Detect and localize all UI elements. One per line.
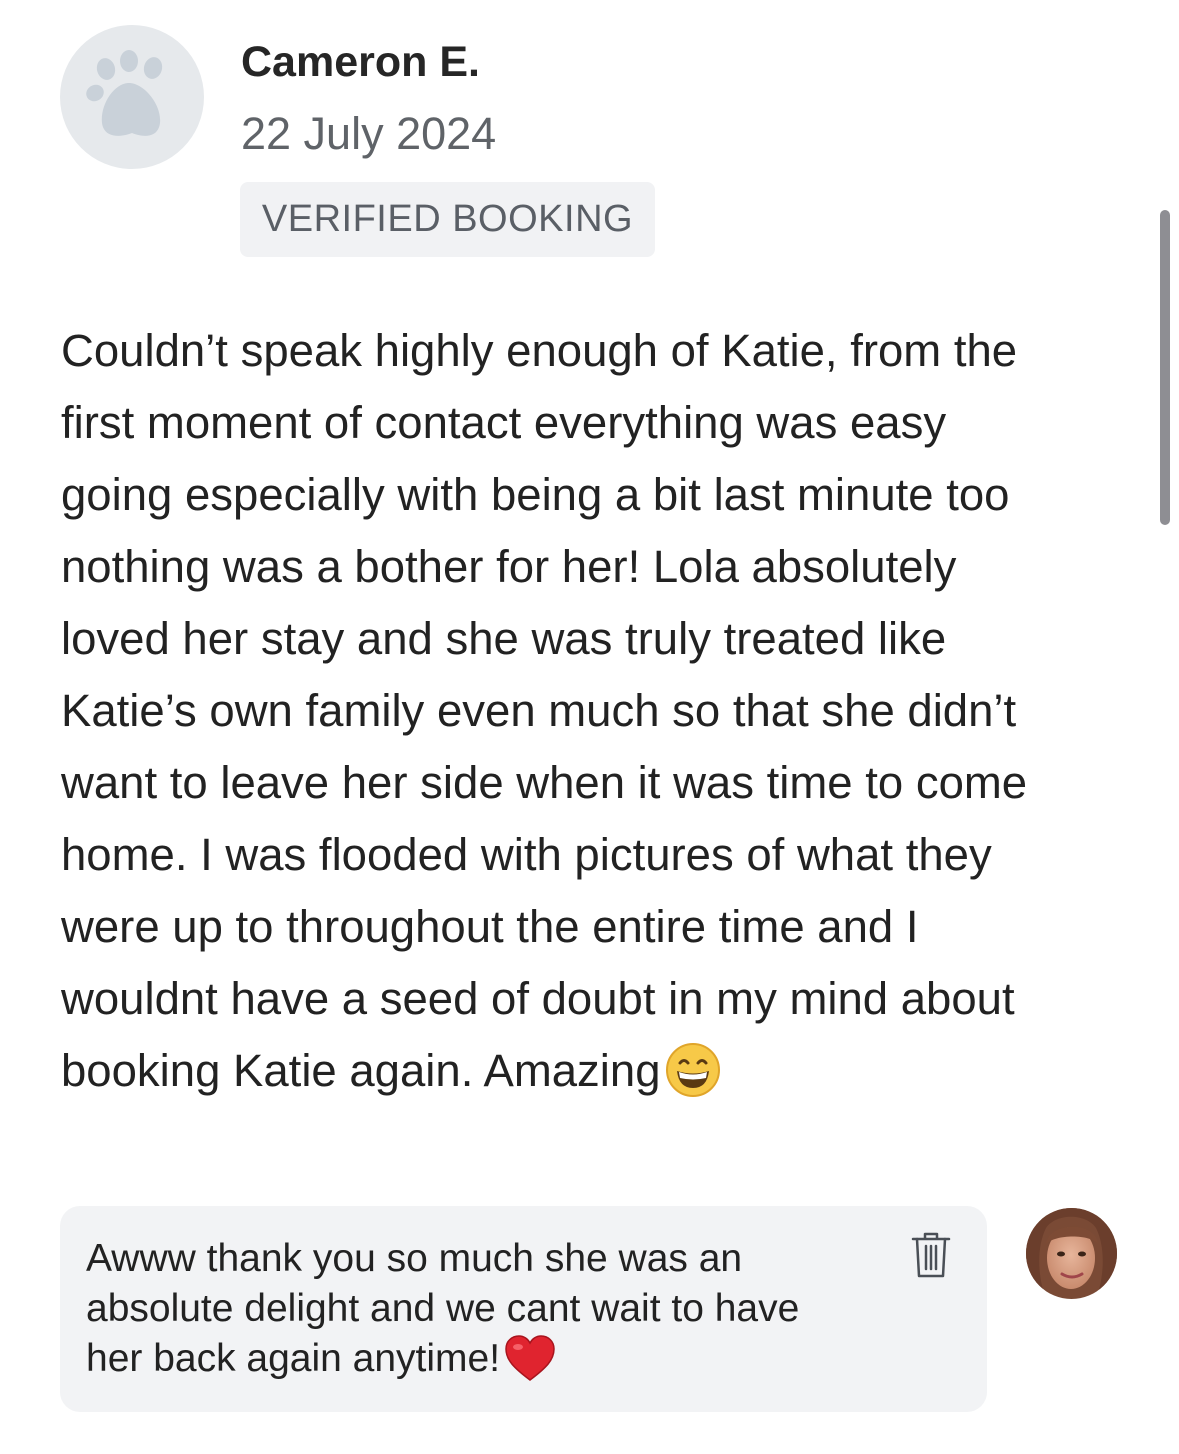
- paw-icon: [86, 50, 163, 136]
- review-line: nothing was a bother for her! Lola absol…: [61, 541, 957, 592]
- reply-line: absolute delight and we cant wait to hav…: [86, 1287, 800, 1330]
- reply-line: Awww thank you so much she was an: [86, 1237, 743, 1280]
- review-line: were up to throughout the entire time an…: [61, 901, 919, 952]
- review-line: loved her stay and she was truly treated…: [61, 613, 947, 664]
- reply-line: her back again anytime!: [86, 1337, 501, 1380]
- review-body: Couldn’t speak highly enough of Katie, f…: [61, 315, 1131, 1107]
- review-line: wouldnt have a seed of doubt in my mind …: [61, 973, 1015, 1024]
- reviewer-avatar: [60, 25, 204, 169]
- grinning-face-emoji: [665, 1043, 720, 1097]
- host-photo: [1026, 1208, 1117, 1299]
- review-last-line: booking Katie again. Amazing: [61, 1035, 1131, 1107]
- host-avatar: [1026, 1208, 1117, 1299]
- reply-last-line: her back again anytime!: [86, 1334, 886, 1384]
- review-line: home. I was flooded with pictures of wha…: [61, 829, 992, 880]
- host-reply-card: Awww thank you so much she was an absolu…: [60, 1206, 987, 1412]
- review-line: going especially with being a bit last m…: [61, 469, 1010, 520]
- review-line: booking Katie again. Amazing: [61, 1045, 661, 1096]
- reviewer-name: Cameron E.: [241, 38, 480, 86]
- red-heart-emoji: [505, 1335, 555, 1381]
- review-line: first moment of contact everything was e…: [61, 397, 947, 448]
- trash-icon: [911, 1232, 951, 1278]
- verified-booking-badge: VERIFIED BOOKING: [240, 182, 655, 257]
- review-line: Couldn’t speak highly enough of Katie, f…: [61, 325, 1018, 376]
- host-reply-text: Awww thank you so much she was an absolu…: [86, 1234, 886, 1384]
- review-line: want to leave her side when it was time …: [61, 757, 1028, 808]
- review-line: Katie’s own family even much so that she…: [61, 685, 1017, 736]
- review-date: 22 July 2024: [241, 108, 497, 159]
- scrollbar[interactable]: [1160, 210, 1170, 525]
- delete-reply-button[interactable]: [905, 1226, 957, 1284]
